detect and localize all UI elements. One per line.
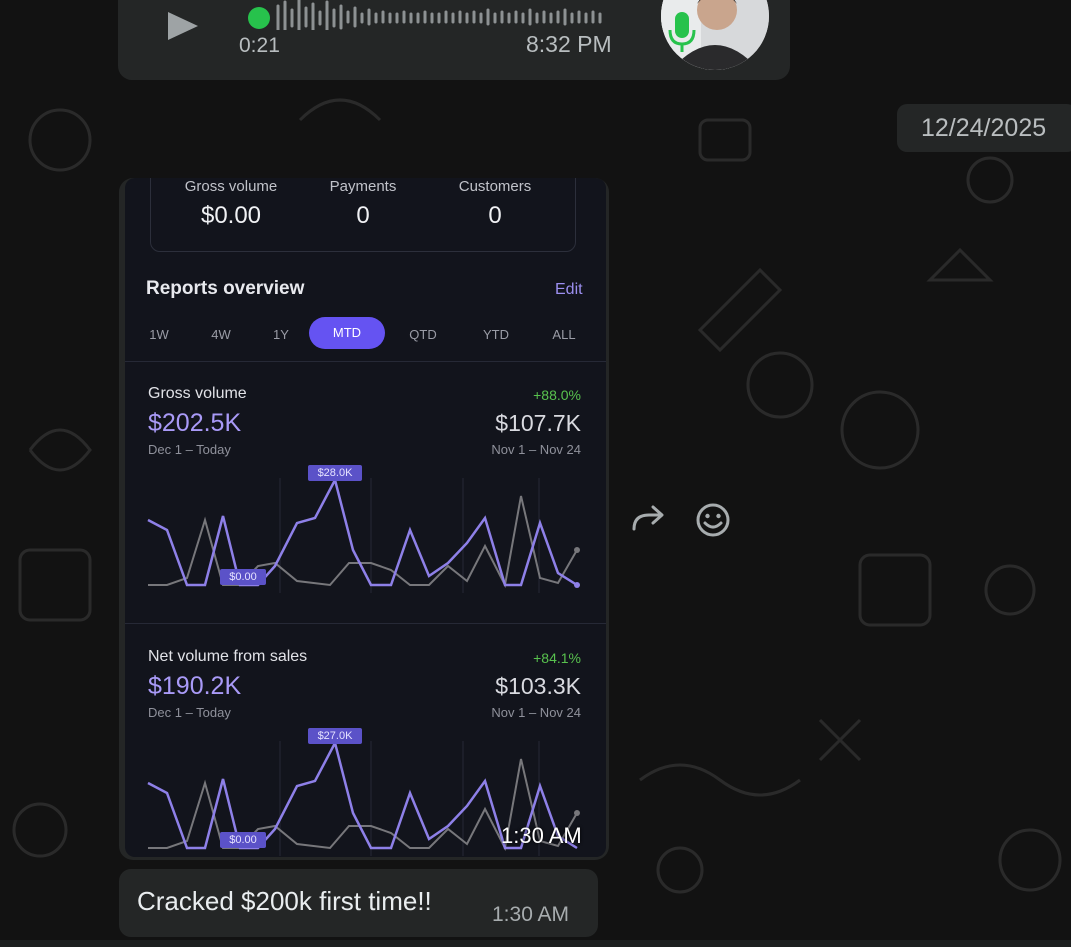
composer-edge bbox=[0, 940, 1071, 947]
panel-label: Gross volume bbox=[148, 385, 247, 402]
panel-previous-range: Nov 1 – Nov 24 bbox=[491, 705, 581, 720]
panel-change: +84.1% bbox=[533, 650, 581, 666]
panel-change: +88.0% bbox=[533, 387, 581, 403]
panel-previous-value: $103.3K bbox=[495, 673, 581, 699]
panel-label: Net volume from sales bbox=[148, 648, 308, 665]
message-timestamp: 8:32 PM bbox=[526, 31, 612, 57]
range-tab-4w[interactable]: 4W bbox=[205, 324, 237, 346]
date-separator: 12/24/2025 bbox=[897, 104, 1071, 152]
voice-message-bubble[interactable]: 0:21 8:32 PM bbox=[118, 0, 790, 80]
chart-min-tag: $0.00 bbox=[220, 832, 266, 848]
dashboard-screenshot[interactable]: Gross volume $0.00 Payments 0 Customers … bbox=[125, 178, 606, 857]
message-text: Cracked $200k first time!! bbox=[137, 886, 432, 916]
chart-min-tag: $0.00 bbox=[220, 569, 266, 585]
forward-icon[interactable] bbox=[631, 503, 667, 533]
gross-volume-chart[interactable] bbox=[125, 468, 606, 598]
panel-previous-value: $107.7K bbox=[495, 410, 581, 436]
chart-max-tag: $28.0K bbox=[308, 465, 362, 481]
range-tab-all[interactable]: ALL bbox=[546, 324, 582, 346]
divider bbox=[125, 361, 606, 362]
text-message-bubble[interactable]: Cracked $200k first time!! 1:30 AM bbox=[119, 869, 598, 937]
chart-max-tag: $27.0K bbox=[308, 728, 362, 744]
panel-current-value: $190.2K bbox=[148, 672, 242, 700]
range-tab-ytd[interactable]: YTD bbox=[476, 324, 516, 346]
range-tab-1w[interactable]: 1W bbox=[143, 324, 175, 346]
emoji-icon[interactable] bbox=[695, 502, 731, 538]
reports-title: Reports overview bbox=[146, 278, 305, 299]
microphone-icon bbox=[668, 12, 696, 52]
voice-waveform[interactable] bbox=[246, 0, 606, 30]
panel-current-range: Dec 1 – Today bbox=[148, 705, 231, 720]
divider bbox=[125, 623, 606, 624]
voice-duration: 0:21 bbox=[239, 34, 280, 57]
range-tab-qtd[interactable]: QTD bbox=[403, 324, 443, 346]
range-tab-mtd[interactable]: MTD bbox=[309, 317, 385, 349]
play-icon[interactable] bbox=[164, 6, 204, 46]
panel-current-value: $202.5K bbox=[148, 409, 242, 437]
panel-current-range: Dec 1 – Today bbox=[148, 442, 231, 457]
image-timestamp: 1:30 AM bbox=[501, 823, 582, 848]
stats-card: Gross volume $0.00 Payments 0 Customers … bbox=[150, 178, 576, 252]
range-tab-1y[interactable]: 1Y bbox=[265, 324, 297, 346]
panel-previous-range: Nov 1 – Nov 24 bbox=[491, 442, 581, 457]
edit-link[interactable]: Edit bbox=[555, 281, 583, 299]
image-message-bubble[interactable]: Gross volume $0.00 Payments 0 Customers … bbox=[119, 178, 609, 860]
message-timestamp: 1:30 AM bbox=[492, 903, 570, 926]
